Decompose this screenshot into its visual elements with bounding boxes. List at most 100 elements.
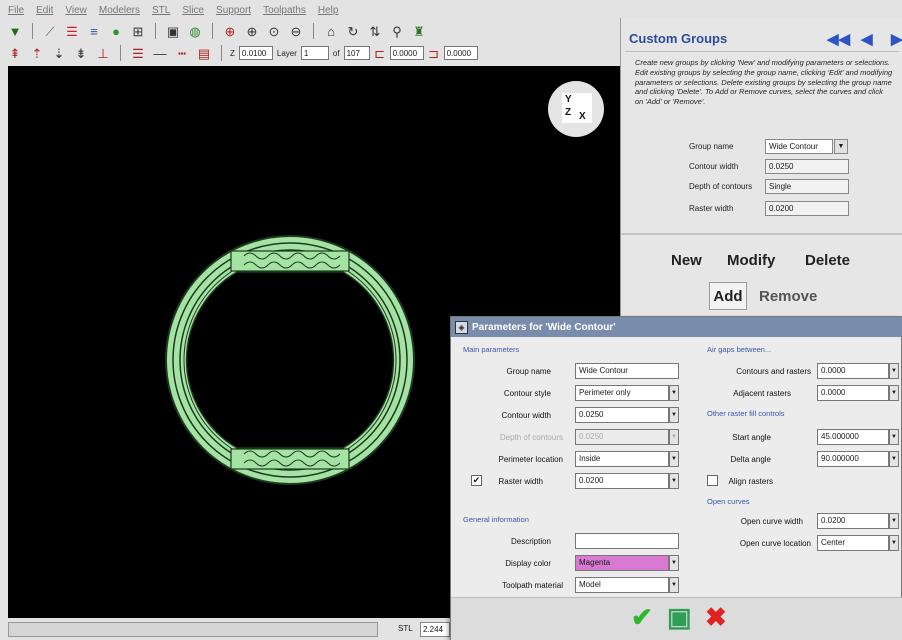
description-label: Description [510, 537, 551, 546]
new-group-button[interactable]: New [671, 252, 702, 269]
adjacent-rasters-select[interactable]: 0.0000 [817, 385, 889, 401]
add-curves-button[interactable]: Add [709, 282, 747, 310]
chevron-down-icon[interactable]: ▼ [669, 555, 679, 571]
menu-view[interactable]: View [65, 5, 87, 16]
remove-curves-button[interactable]: Remove [759, 288, 817, 305]
line-style-solid-icon[interactable]: ☰ [129, 44, 147, 62]
chevron-down-icon[interactable]: ▼ [889, 513, 899, 529]
menu-bar: File Edit View Modelers STL Slice Suppor… [0, 0, 620, 20]
line-style-dot-icon[interactable]: ┅ [173, 44, 191, 62]
layer-down-icon[interactable]: ⇣ [50, 44, 68, 62]
raster-icon[interactable]: ≡ [85, 22, 103, 40]
chevron-down-icon[interactable]: ▼ [669, 577, 679, 593]
chevron-down-icon[interactable]: ▼ [889, 535, 899, 551]
toolbar-separator [221, 45, 222, 61]
rotate-icon[interactable]: ↻ [344, 22, 362, 40]
pin-icon[interactable]: ⚲ [388, 22, 406, 40]
start-angle-select[interactable]: 45.000000 [817, 429, 889, 445]
adjacent-rasters-label: Adjacent rasters [733, 389, 791, 398]
ok-checkmark-icon[interactable]: ✔ [631, 604, 653, 630]
delta-angle-select[interactable]: 90.000000 [817, 451, 889, 467]
offset-a-icon[interactable]: ⊏ [374, 44, 386, 62]
chevron-down-icon[interactable]: ▼ [889, 385, 899, 401]
previous-group-icon[interactable]: ◀ [861, 30, 873, 48]
menu-help[interactable]: Help [318, 5, 339, 16]
toolbar-separator [32, 23, 33, 39]
contour-style-select[interactable]: Perimeter only [575, 385, 669, 401]
next-group-icon[interactable]: ▶ [891, 30, 902, 48]
support-icon[interactable]: ⊞ [129, 22, 147, 40]
line-style-grid-icon[interactable]: ▤ [195, 44, 213, 62]
contour-width-field: 0.0250 [765, 159, 849, 174]
line-style-dash-icon[interactable]: — [151, 44, 169, 62]
main-toolbar: ▼ ⟋ ☰ ≡ ● ⊞ ▣ ◍ ⊕ ⊕ ⊙ ⊖ ⌂ ↻ ⇅ ⚲ ♜ [0, 20, 620, 42]
zoom-window-icon[interactable]: ⊙ [265, 22, 283, 40]
contour-width-select[interactable]: 0.0250 [575, 407, 669, 423]
chevron-down-icon[interactable]: ▼ [889, 363, 899, 379]
contours-rasters-select[interactable]: 0.0000 [817, 363, 889, 379]
chevron-down-icon[interactable]: ▼ [669, 407, 679, 423]
depth-of-contours-field: Single [765, 179, 849, 194]
group-name-select[interactable]: Wide Contour [765, 139, 833, 154]
menu-toolpaths[interactable]: Toolpaths [263, 5, 306, 16]
chevron-down-icon[interactable]: ▼ [669, 473, 679, 489]
zoom-fit-icon[interactable]: ⊕ [221, 22, 239, 40]
layer-add-icon[interactable]: ⊥ [94, 44, 112, 62]
menu-file[interactable]: File [8, 5, 24, 16]
description-input[interactable] [575, 533, 679, 549]
chevron-down-icon[interactable]: ▼ [669, 385, 679, 401]
status-message-field [8, 622, 378, 637]
menu-modelers[interactable]: Modelers [99, 5, 140, 16]
chevron-down-icon[interactable]: ▼ [889, 429, 899, 445]
select-arrow-icon[interactable]: ▼ [6, 22, 24, 40]
first-group-icon[interactable]: ◀◀ [827, 30, 850, 48]
open-curve-location-select[interactable]: Center [817, 535, 889, 551]
layer-bottom-icon[interactable]: ⇟ [72, 44, 90, 62]
flip-icon[interactable]: ⇅ [366, 22, 384, 40]
application-window: File Edit View Modelers STL Slice Suppor… [0, 0, 902, 640]
apply-icon[interactable]: ▣ [667, 604, 692, 630]
raster-width-label: Raster width [689, 204, 734, 213]
dialog-group-name-input[interactable]: Wide Contour [575, 363, 679, 379]
globe-icon[interactable]: ◍ [186, 22, 204, 40]
view-iso-icon[interactable]: ⌂ [322, 22, 340, 40]
sphere-icon[interactable]: ● [107, 22, 125, 40]
perimeter-location-select[interactable]: Inside [575, 451, 669, 467]
trophy-icon[interactable]: ♜ [410, 22, 428, 40]
axis-orientation-gizmo[interactable]: Y Z X [548, 81, 604, 137]
chevron-down-icon[interactable]: ▼ [669, 451, 679, 467]
zoom-in-icon[interactable]: ⊕ [243, 22, 261, 40]
display-color-select[interactable]: Magenta [575, 555, 669, 571]
menu-slice[interactable]: Slice [182, 5, 204, 16]
menu-edit[interactable]: Edit [36, 5, 53, 16]
layer-input[interactable]: 1 [300, 46, 329, 60]
dialog-titlebar[interactable]: ◈ Parameters for 'Wide Contour' [451, 317, 902, 337]
air-gaps-header: Air gaps between... [707, 345, 772, 354]
chevron-down-icon[interactable]: ▼ [834, 139, 848, 154]
cancel-x-icon[interactable]: ✖ [705, 604, 727, 630]
contours-rasters-label: Contours and rasters [736, 367, 811, 376]
perimeter-location-label: Perimeter location [498, 455, 563, 464]
toolpath-material-select[interactable]: Model [575, 577, 669, 593]
offset-b-input[interactable]: 0.0000 [443, 46, 478, 60]
contour-icon[interactable]: ☰ [63, 22, 81, 40]
raster-width-select[interactable]: 0.0200 [575, 473, 669, 489]
z-height-input[interactable]: 0.0100 [238, 46, 273, 60]
open-curve-width-select[interactable]: 0.0200 [817, 513, 889, 529]
layer-top-icon[interactable]: ⇞ [6, 44, 24, 62]
menu-stl[interactable]: STL [152, 5, 170, 16]
contour-width-label: Contour width [689, 162, 739, 171]
offset-b-icon[interactable]: ⊐ [428, 44, 440, 62]
save-icon[interactable]: ▣ [164, 22, 182, 40]
modify-group-button[interactable]: Modify [727, 252, 775, 269]
layer-up-icon[interactable]: ⇡ [28, 44, 46, 62]
slice-icon[interactable]: ⟋ [41, 22, 59, 40]
layer-toolbar: ⇞ ⇡ ⇣ ⇟ ⊥ ☰ — ┅ ▤ Z 0.0100 Layer 1 of 10… [0, 42, 620, 64]
delete-group-button[interactable]: Delete [805, 252, 850, 269]
chevron-down-icon: ▼ [669, 429, 679, 445]
zoom-out-icon[interactable]: ⊖ [287, 22, 305, 40]
offset-a-input[interactable]: 0.0000 [389, 46, 424, 60]
chevron-down-icon[interactable]: ▼ [889, 451, 899, 467]
menu-support[interactable]: Support [216, 5, 251, 16]
delta-angle-label: Delta angle [730, 455, 771, 464]
